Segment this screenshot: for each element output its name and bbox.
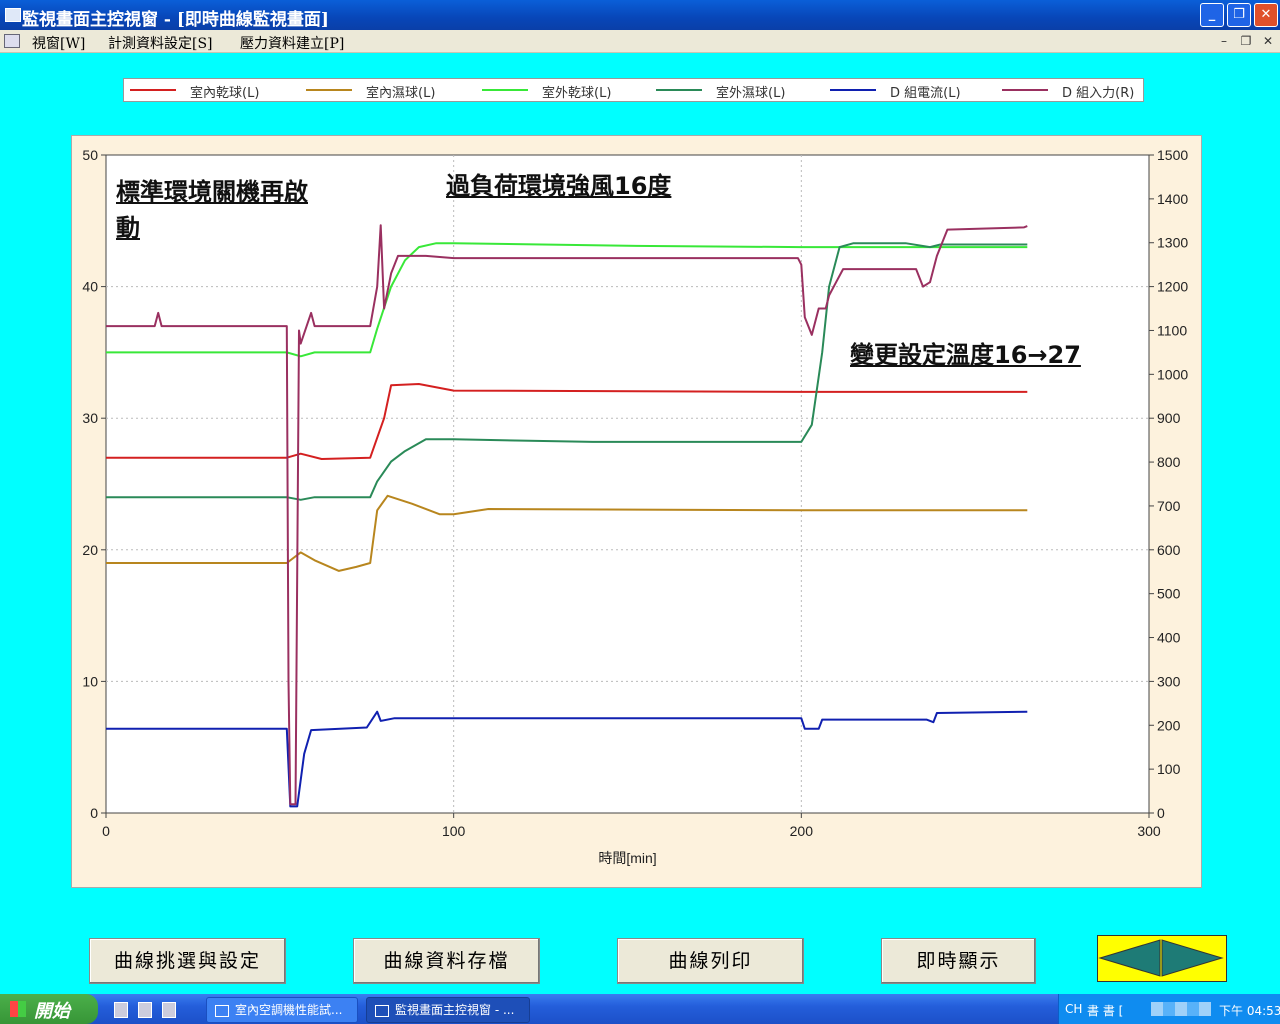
- ime-indicator[interactable]: CH: [1065, 1002, 1082, 1016]
- tray-text[interactable]: 書 書 [: [1087, 1002, 1123, 1019]
- minimize-button[interactable]: _: [1200, 3, 1224, 27]
- y-left-tick-label: 20: [82, 542, 98, 558]
- taskbar-item-label: 室內空調機性能試...: [235, 1003, 343, 1017]
- y-right-tick-label: 1200: [1157, 279, 1188, 295]
- chart-panel: 0 10 20 30 40 50 0 100 200 300 400 500 600 700 800 900 1…: [71, 135, 1202, 888]
- taskbar-item-label: 監視畫面主控視窗 - ...: [395, 1003, 515, 1017]
- app-icon: [215, 1004, 229, 1017]
- next-arrow-icon[interactable]: [1161, 939, 1224, 977]
- taskbar-item-active[interactable]: 監視畫面主控視窗 - ...: [366, 997, 530, 1023]
- menu-window[interactable]: 視窗[W]: [32, 33, 85, 53]
- taskbar-item[interactable]: 室內空調機性能試...: [206, 997, 358, 1023]
- y-right-tick-label: 1500: [1157, 147, 1188, 163]
- y-right-tick-label: 300: [1157, 673, 1181, 689]
- curve-select-button[interactable]: 曲線挑選與設定: [89, 938, 286, 984]
- title-bar: 監視畫面主控視窗 - [即時曲線監視畫面] _ ❐ ✕: [0, 0, 1280, 30]
- x-tick-label: 300: [1137, 823, 1161, 839]
- y-right-tick-label: 700: [1157, 498, 1181, 514]
- legend-label: 室內濕球(L): [366, 86, 436, 101]
- annotation-restart-line1: 標準環境關機再啟: [116, 178, 308, 206]
- nav-arrows: [1097, 935, 1227, 982]
- quicklaunch-icon[interactable]: [162, 1002, 176, 1018]
- y-right-tick-label: 600: [1157, 542, 1181, 558]
- legend-label: D 組入力(R): [1062, 86, 1135, 101]
- quicklaunch-icon[interactable]: [138, 1002, 152, 1018]
- line-chart: 0102030405001002003004005006007008009001…: [82, 147, 1188, 866]
- legend-label: 室外乾球(L): [542, 86, 612, 101]
- legend-swatch: [830, 89, 876, 91]
- restore-button[interactable]: ❐: [1227, 3, 1251, 27]
- x-tick-label: 0: [102, 823, 110, 839]
- legend-swatch: [1002, 89, 1048, 91]
- legend-label: 室外濕球(L): [716, 86, 786, 101]
- annotation-restart-line2: 動: [116, 214, 140, 242]
- prev-arrow-icon[interactable]: [1098, 939, 1161, 977]
- x-tick-label: 100: [442, 823, 466, 839]
- y-left-tick-label: 10: [82, 673, 98, 689]
- menu-measure-settings[interactable]: 計測資料設定[S]: [108, 33, 213, 53]
- legend-swatch: [130, 89, 176, 91]
- system-tray: CH 書 書 [ 下午 04:53: [1058, 994, 1280, 1024]
- app-icon: [375, 1004, 389, 1017]
- realtime-display-button[interactable]: 即時顯示: [881, 938, 1036, 984]
- y-right-tick-label: 200: [1157, 717, 1181, 733]
- legend-swatch: [482, 89, 528, 91]
- y-right-tick-label: 500: [1157, 586, 1181, 602]
- y-right-tick-label: 0: [1157, 805, 1165, 821]
- x-axis-label: 時間[min]: [598, 850, 656, 866]
- y-left-tick-label: 40: [82, 279, 98, 295]
- start-button[interactable]: 開始: [0, 994, 98, 1024]
- y-right-tick-label: 900: [1157, 410, 1181, 426]
- curve-print-button[interactable]: 曲線列印: [617, 938, 804, 984]
- y-right-tick-label: 100: [1157, 761, 1181, 777]
- menu-pressure-data[interactable]: 壓力資料建立[P]: [240, 33, 344, 53]
- close-button[interactable]: ✕: [1254, 3, 1278, 27]
- tray-icons[interactable]: [1151, 1002, 1211, 1016]
- y-left-tick-label: 0: [90, 805, 98, 821]
- y-right-tick-label: 400: [1157, 630, 1181, 646]
- mdi-restore-button[interactable]: ❐: [1238, 33, 1254, 49]
- mdi-close-button[interactable]: ✕: [1260, 33, 1276, 49]
- plot-area: [105, 154, 1150, 814]
- y-right-tick-label: 1100: [1157, 322, 1187, 338]
- x-tick-label: 200: [790, 823, 814, 839]
- windows-logo-icon: [10, 1001, 26, 1017]
- y-right-tick-label: 1000: [1157, 366, 1188, 382]
- window-title: 監視畫面主控視窗 - [即時曲線監視畫面]: [22, 10, 329, 30]
- legend-swatch: [306, 89, 352, 91]
- y-right-tick-label: 1400: [1157, 191, 1188, 207]
- legend-label: D 組電流(L): [890, 86, 961, 101]
- start-label: 開始: [34, 1001, 70, 1022]
- y-right-tick-label: 800: [1157, 454, 1181, 470]
- annotation-setpoint-change: 變更設定溫度16→27: [850, 341, 1081, 369]
- annotation-overload: 過負荷環境強風16度: [446, 172, 672, 200]
- y-left-tick-label: 50: [82, 147, 98, 163]
- menu-bar: 視窗[W] 計測資料設定[S] 壓力資料建立[P] – ❐ ✕: [0, 30, 1280, 53]
- legend-swatch: [656, 89, 702, 91]
- y-right-tick-label: 1300: [1157, 235, 1188, 251]
- quicklaunch-icon[interactable]: [114, 1002, 128, 1018]
- mdi-child-icon[interactable]: [4, 34, 20, 48]
- y-left-tick-label: 30: [82, 410, 98, 426]
- app-icon[interactable]: [5, 8, 21, 22]
- curve-save-button[interactable]: 曲線資料存檔: [353, 938, 540, 984]
- mdi-minimize-button[interactable]: –: [1216, 33, 1232, 49]
- legend-label: 室內乾球(L): [190, 86, 260, 101]
- chart-legend: 室內乾球(L) 室內濕球(L) 室外乾球(L) 室外濕球(L) D 組電流(L)…: [123, 78, 1144, 102]
- clock: 下午 04:53: [1219, 1004, 1280, 1018]
- taskbar: 開始 室內空調機性能試... 監視畫面主控視窗 - ... CH 書 書 [ 下…: [0, 994, 1280, 1024]
